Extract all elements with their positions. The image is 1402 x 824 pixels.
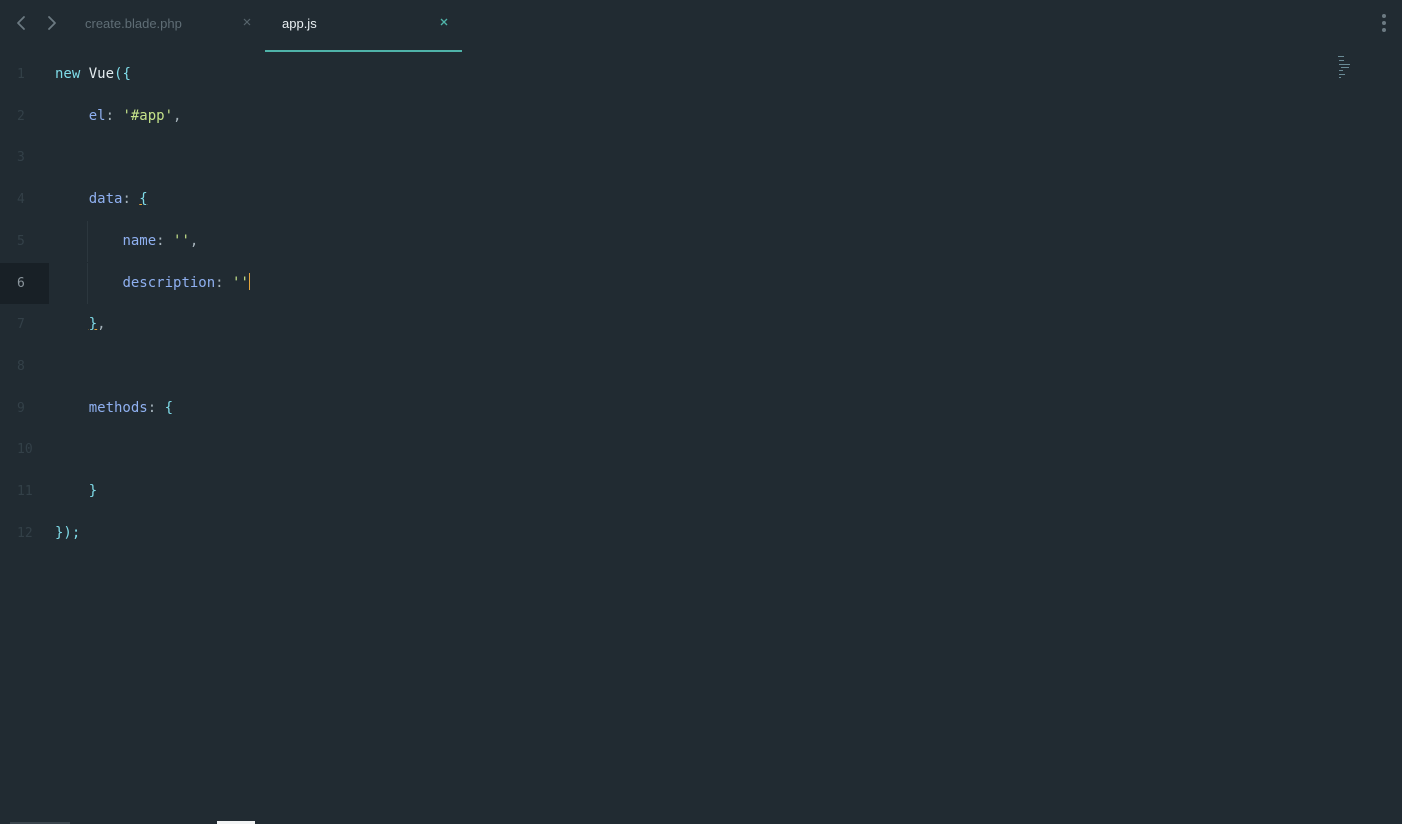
active-tab-indicator <box>265 50 462 52</box>
line-number: 4 <box>17 192 25 208</box>
code-token: , <box>173 107 182 124</box>
code-line[interactable]: 8 <box>0 346 1402 387</box>
code-line[interactable]: 1 new Vue({ <box>0 54 1402 95</box>
code-token: name <box>122 232 157 249</box>
line-number: 9 <box>17 400 25 416</box>
code-text: }); <box>55 513 80 554</box>
more-menu-button[interactable] <box>1380 14 1388 34</box>
code-line[interactable]: 2 el: '#app', <box>0 96 1402 137</box>
close-icon <box>243 18 251 26</box>
code-token: , <box>189 232 199 249</box>
line-number: 6 <box>0 262 49 304</box>
code-token: }); <box>55 524 81 541</box>
minimap[interactable] <box>1336 54 1356 84</box>
line-number: 3 <box>17 150 25 166</box>
tab-close-button[interactable] <box>438 16 450 28</box>
line-number: 11 <box>17 484 33 499</box>
line-number: 7 <box>17 317 25 333</box>
line-number: 2 <box>17 108 25 124</box>
tab-create-blade-php[interactable]: create.blade.php <box>70 0 264 52</box>
code-line[interactable]: 4 data: { <box>0 179 1402 220</box>
line-number: 10 <box>17 442 33 458</box>
close-icon <box>440 18 448 26</box>
code-token: new <box>55 66 81 82</box>
forward-button[interactable] <box>42 14 60 32</box>
code-token: : <box>156 232 174 249</box>
code-line[interactable]: 7 }, <box>0 304 1402 345</box>
back-button[interactable] <box>13 14 31 32</box>
chevron-left-icon <box>17 16 25 30</box>
tab-label: app.js <box>282 16 317 31</box>
tab-bar: create.blade.php app.js <box>0 0 1402 52</box>
tab-close-button[interactable] <box>241 16 253 28</box>
code-text: new Vue({ <box>55 54 131 95</box>
code-text: el: '#app', <box>55 96 182 137</box>
code-token: '' <box>232 274 249 291</box>
code-text: } <box>55 471 97 512</box>
code-line[interactable]: 11 } <box>0 471 1402 512</box>
code-text: description: '' <box>55 263 251 304</box>
code-token: description <box>122 274 216 291</box>
tab-app-js[interactable]: app.js <box>265 0 462 52</box>
code-text: data: { <box>55 179 148 220</box>
code-token: { <box>139 191 148 208</box>
code-line[interactable]: 12}); <box>0 513 1402 554</box>
code-token: : <box>122 191 140 208</box>
tab-label: create.blade.php <box>85 16 182 31</box>
code-text: }, <box>55 304 106 345</box>
code-token: , <box>97 316 106 333</box>
code-token: { <box>164 399 174 416</box>
code-token: data <box>88 191 123 208</box>
code-token: : <box>215 274 233 291</box>
code-token: '' <box>173 232 190 249</box>
code-token: '#app' <box>122 107 174 124</box>
code-token: : <box>105 107 123 124</box>
line-number: 8 <box>17 358 25 374</box>
text-cursor <box>248 272 251 290</box>
code-token: methods <box>88 399 148 416</box>
chevron-right-icon <box>48 16 56 30</box>
code-editor[interactable]: 1 new Vue({2 el: '#app', 3 4 data: {5 name:… <box>0 54 1402 814</box>
code-token: Vue <box>88 66 115 82</box>
code-line[interactable]: 10 <box>0 429 1402 470</box>
code-text: methods: { <box>55 388 173 429</box>
code-token: el <box>88 107 106 124</box>
line-number: 12 <box>17 525 33 541</box>
code-line[interactable]: 6 description: '' <box>0 262 1402 304</box>
line-number: 1 <box>17 67 25 82</box>
code-token: } <box>88 483 98 499</box>
code-token: ({ <box>114 66 131 82</box>
code-token: : <box>147 399 165 416</box>
code-line[interactable]: 9 methods: { <box>0 388 1402 429</box>
code-line[interactable]: 5 name: '', <box>0 220 1402 262</box>
line-number: 5 <box>17 233 25 249</box>
code-text: name: '', <box>55 221 198 262</box>
code-line[interactable]: 3 <box>0 137 1402 178</box>
code-token: } <box>88 316 98 333</box>
